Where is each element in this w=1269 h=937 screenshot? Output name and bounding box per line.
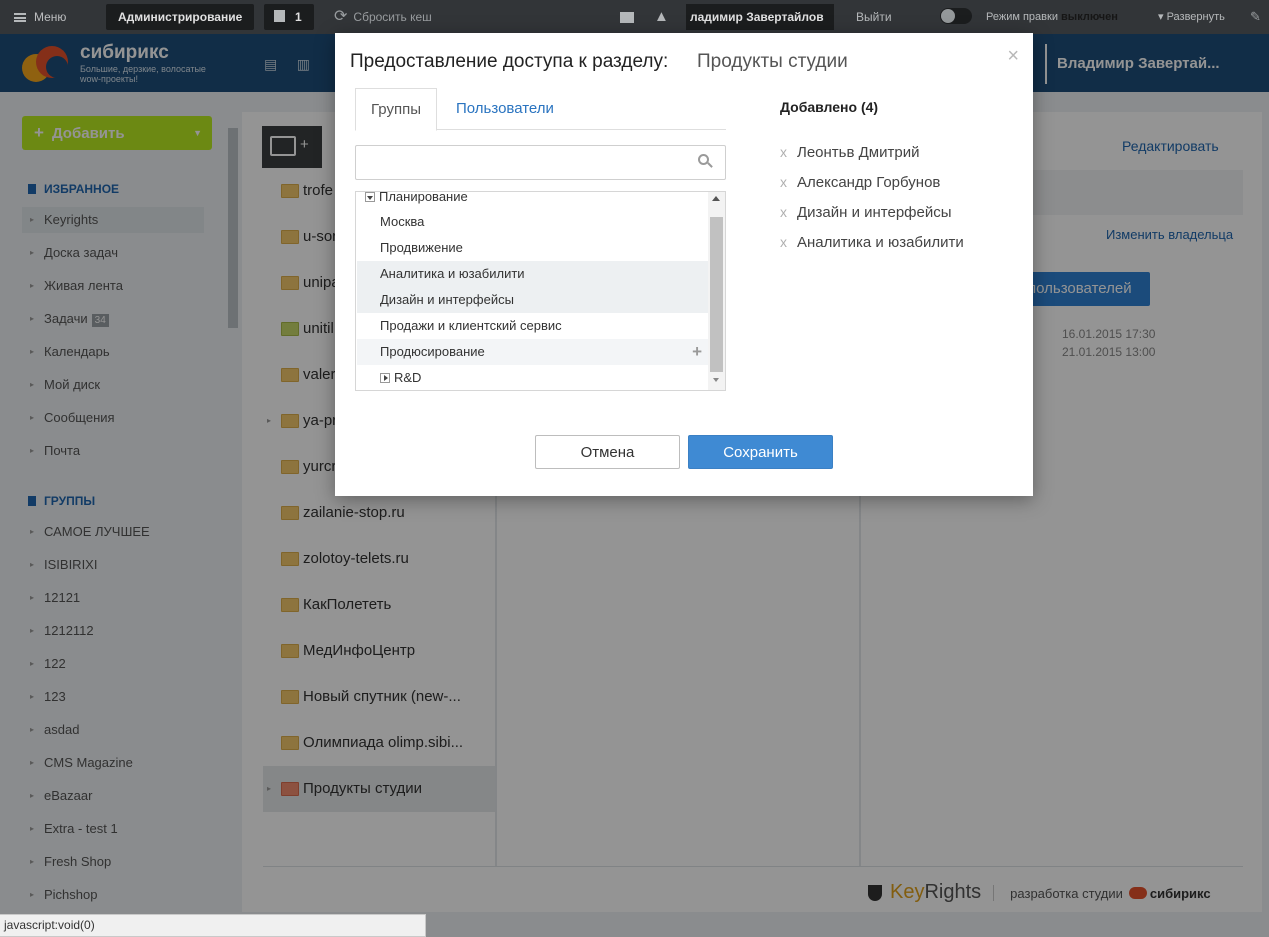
access-dialog: Предоставление доступа к разделу: Продук…	[335, 33, 1033, 496]
added-item: x Дизайн и интерфейсы	[780, 204, 952, 221]
tab-users[interactable]: Пользователи	[441, 88, 569, 130]
tree-item-selected[interactable]: Аналитика и юзабилити	[357, 261, 708, 287]
added-list: x Леонтьв Дмитрий x Александр Горбунов x Ди…	[780, 137, 964, 257]
remove-icon[interactable]: x	[780, 204, 787, 220]
tab-groups[interactable]: Группы	[355, 88, 437, 131]
add-icon[interactable]: +	[692, 339, 702, 365]
expand-icon[interactable]	[380, 373, 390, 383]
dialog-title: Предоставление доступа к разделу:	[350, 51, 669, 72]
added-item: x Аналитика и юзабилити	[780, 234, 964, 251]
scrollbar-thumb[interactable]	[710, 217, 723, 372]
added-item: x Александр Горбунов	[780, 174, 941, 191]
tree-item-selected[interactable]: Дизайн и интерфейсы	[357, 287, 708, 313]
remove-icon[interactable]: x	[780, 174, 787, 190]
tree-item[interactable]: Москва	[357, 209, 708, 235]
tree-item-hover[interactable]: Продюсирование +	[357, 339, 708, 365]
scroll-down-icon[interactable]	[713, 378, 719, 382]
cancel-button[interactable]: Отмена	[535, 435, 680, 469]
search-input[interactable]	[355, 145, 726, 180]
added-item: x Леонтьв Дмитрий	[780, 144, 920, 161]
dialog-section-name: Продукты студии	[697, 51, 848, 72]
collapse-icon[interactable]	[365, 192, 375, 202]
browser-status-bar: javascript:void(0)	[0, 914, 426, 937]
remove-icon[interactable]: x	[780, 234, 787, 250]
remove-icon[interactable]: x	[780, 144, 787, 160]
search-icon	[698, 154, 713, 168]
tree-item[interactable]: R&D	[357, 365, 708, 390]
group-tree: Планирование Москва Продвижение Аналитик…	[355, 191, 726, 391]
tree-scrollbar[interactable]	[708, 192, 725, 390]
added-title: Добавлено (4)	[780, 99, 879, 115]
scroll-up-icon[interactable]	[712, 196, 720, 201]
save-button[interactable]: Сохранить	[688, 435, 833, 469]
tree-item[interactable]: Продвижение	[357, 235, 708, 261]
dialog-tabs: Группы Пользователи	[355, 88, 726, 131]
tree-item[interactable]: Продажи и клиентский сервис	[357, 313, 708, 339]
close-icon[interactable]: ×	[1007, 45, 1019, 68]
adminbar-dim	[0, 0, 1269, 34]
tree-item[interactable]: Планирование	[357, 192, 708, 204]
